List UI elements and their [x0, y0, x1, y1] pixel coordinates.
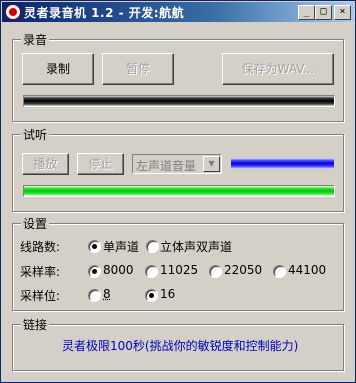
- listen-group: 试听 播放 停止 左声道音量 ▼: [12, 126, 344, 212]
- title-bar[interactable]: 灵者录音机 1.2 - 开发:航航 _ □ ×: [2, 2, 354, 22]
- maximize-button[interactable]: □: [315, 5, 332, 20]
- challenge-link[interactable]: 灵者极限100秒(挑战你的敏锐度和控制能力): [62, 337, 298, 354]
- record-app-icon: [5, 4, 21, 20]
- record-group-label: 录音: [21, 31, 50, 48]
- record-level-meter: [23, 95, 335, 107]
- playback-level-meter: [23, 185, 335, 197]
- window-title: 灵者录音机 1.2 - 开发:航航: [24, 6, 185, 20]
- channel-volume-value: 左声道音量: [136, 159, 197, 173]
- radio-bits-16-label[interactable]: 16: [160, 287, 175, 301]
- settings-group-label: 设置: [21, 215, 50, 232]
- radio-rate-22050[interactable]: [209, 265, 222, 278]
- sample-rate-label: 采样率:: [20, 265, 61, 279]
- links-group-label: 链接: [21, 316, 50, 333]
- radio-bits-16[interactable]: [145, 289, 158, 302]
- volume-slider[interactable]: [231, 158, 334, 169]
- listen-group-label: 试听: [21, 126, 50, 143]
- radio-bits-8[interactable]: [88, 289, 101, 302]
- channel-volume-select[interactable]: 左声道音量 ▼: [132, 154, 222, 174]
- channels-label: 线路数:: [20, 240, 61, 254]
- radio-rate-11025[interactable]: [145, 265, 158, 278]
- radio-stereo-label[interactable]: 立体声双声道: [160, 238, 232, 255]
- radio-rate-8000[interactable]: [88, 265, 101, 278]
- radio-bits-8-label[interactable]: 8: [103, 287, 111, 301]
- record-group: 录音 录制 暂停 保存为WAV...: [12, 31, 344, 122]
- radio-stereo[interactable]: [146, 240, 159, 253]
- sample-bits-label: 采样位:: [20, 289, 61, 303]
- minimize-button[interactable]: _: [298, 5, 315, 20]
- close-button[interactable]: ×: [334, 5, 351, 20]
- radio-rate-44100[interactable]: [273, 265, 286, 278]
- save-wav-button[interactable]: 保存为WAV...: [222, 53, 334, 85]
- links-group: 链接 灵者极限100秒(挑战你的敏锐度和控制能力): [12, 316, 344, 371]
- radio-rate-22050-label[interactable]: 22050: [224, 263, 262, 277]
- radio-rate-11025-label[interactable]: 11025: [160, 263, 198, 277]
- radio-mono[interactable]: [88, 240, 101, 253]
- radio-rate-8000-label[interactable]: 8000: [103, 263, 134, 277]
- pause-button[interactable]: 暂停: [102, 53, 174, 85]
- record-button[interactable]: 录制: [22, 53, 94, 85]
- radio-mono-label[interactable]: 单声道: [103, 238, 139, 255]
- radio-rate-44100-label[interactable]: 44100: [288, 263, 326, 277]
- stop-button[interactable]: 停止: [77, 153, 124, 175]
- app-window: 灵者录音机 1.2 - 开发:航航 _ □ × 录音 录制 暂停 保存为WAV.…: [0, 0, 356, 383]
- play-button[interactable]: 播放: [22, 153, 69, 175]
- chevron-down-icon[interactable]: ▼: [203, 156, 220, 172]
- settings-group: 设置 线路数: 单声道 立体声双声道 采样率: 8000 11025 22050…: [12, 215, 344, 311]
